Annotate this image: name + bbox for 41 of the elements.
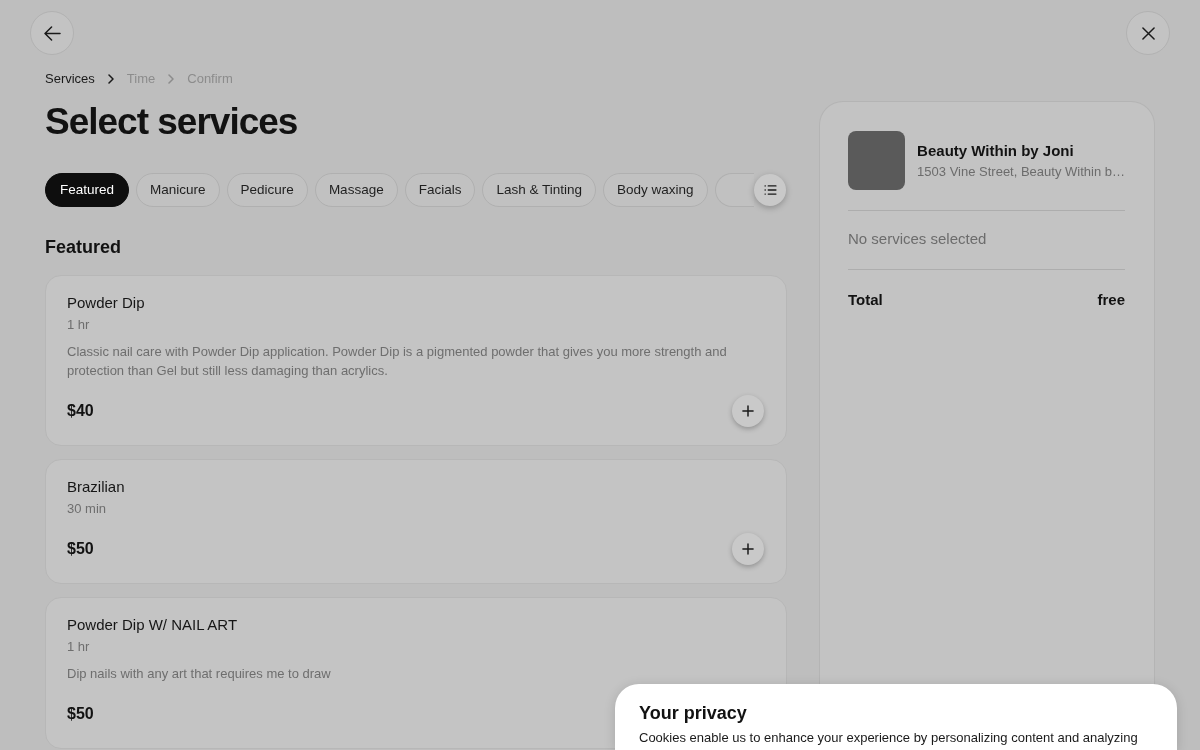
category-chip[interactable]: Featured (45, 173, 130, 207)
chevron-icon (107, 74, 114, 84)
breadcrumb-step[interactable]: Services (45, 69, 95, 89)
service-duration: 1 hr (67, 638, 90, 656)
close-button[interactable] (1126, 11, 1170, 55)
service-description: Dip nails with any art that requires me to draw (67, 665, 331, 683)
business-address: 1503 Vine Street, Beauty Within b… (917, 162, 1125, 181)
category-chip[interactable]: Manicure (136, 173, 220, 207)
service-name: Brazilian (67, 477, 125, 497)
service-name: Powder Dip (67, 293, 145, 313)
page-title: Select services (45, 100, 298, 144)
plus-icon (742, 405, 754, 417)
back-arrow-icon (43, 25, 61, 41)
back-button[interactable] (30, 11, 74, 55)
business-name: Beauty Within by Joni (917, 140, 1074, 161)
empty-selection-text: No services selected (848, 229, 987, 249)
close-icon (1141, 26, 1155, 40)
category-chip[interactable]: Body waxing (603, 173, 708, 207)
service-description: Classic nail care with Powder Dip application. Powder Dip is a pigmented powder that gives you more strength and protection than Gel but still less damaging than acrylics. (67, 343, 728, 380)
section-heading: Featured (45, 236, 122, 259)
dialog-text: Cookies enable us to enhance your experience by personalizing content and analyzing (639, 729, 1138, 747)
service-duration: 1 hr (67, 316, 90, 334)
category-chip[interactable]: Lash & Tinting (482, 173, 596, 207)
list-view-button[interactable] (754, 174, 786, 206)
service-price: $50 (67, 539, 94, 559)
category-chip[interactable]: Facials (404, 173, 476, 207)
chevron-icon (168, 74, 175, 84)
add-button[interactable] (732, 533, 764, 565)
service-price: $40 (67, 401, 94, 421)
total-value: free (1097, 290, 1125, 310)
plus-icon (742, 543, 754, 555)
dialog-title: Your privacy (639, 702, 747, 725)
category-chip[interactable]: Massage (314, 173, 398, 207)
service-price: $50 (67, 704, 94, 724)
service-name: Powder Dip W/ NAIL ART (67, 615, 238, 635)
photo-placeholder (848, 131, 906, 190)
category-chip[interactable]: Pedicure (226, 173, 308, 207)
total-label: Total (848, 290, 883, 310)
list-icon (763, 185, 777, 195)
service-duration: 30 min (67, 500, 107, 518)
add-button[interactable] (732, 395, 764, 427)
